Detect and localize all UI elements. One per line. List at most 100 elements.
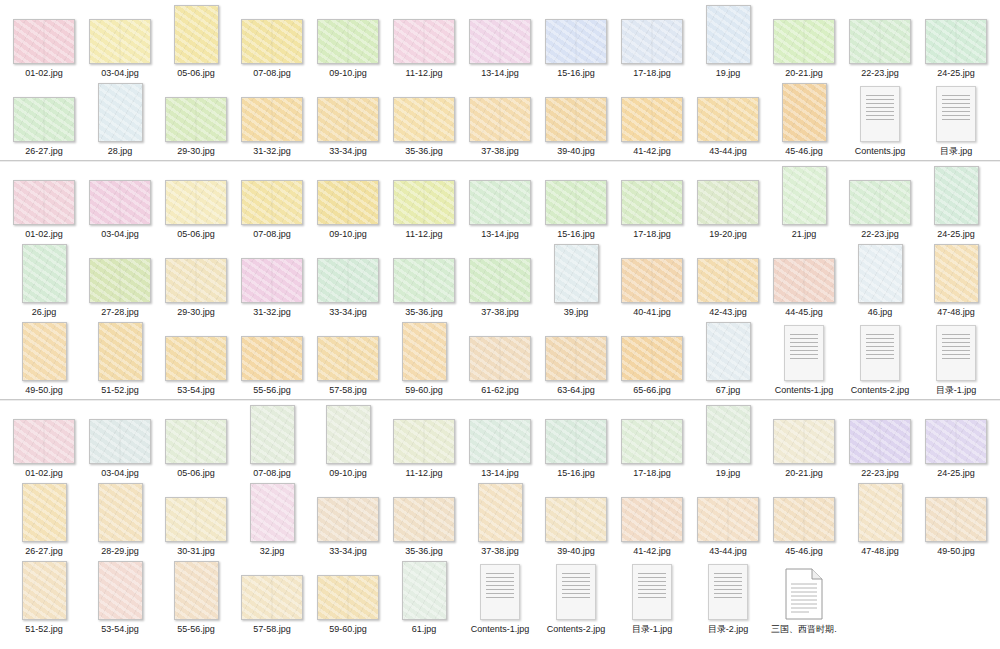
file-item[interactable]: 09-10.jpg [310, 165, 386, 240]
file-item[interactable]: 24-25.jpg [918, 404, 994, 479]
file-item[interactable]: 目录-1.jpg [614, 560, 690, 635]
file-item[interactable]: Contents-2.jpg [538, 560, 614, 635]
file-item[interactable]: 30-31.jpg [158, 482, 234, 557]
file-item[interactable]: 35-36.jpg [386, 82, 462, 157]
file-item[interactable]: 28.jpg [82, 82, 158, 157]
file-item[interactable]: 51-52.jpg [82, 321, 158, 396]
file-item[interactable]: 28-29.jpg [82, 482, 158, 557]
file-item[interactable]: Contents-1.jpg [766, 321, 842, 396]
file-item[interactable]: 24-25.jpg [918, 165, 994, 240]
file-item[interactable]: 33-34.jpg [310, 82, 386, 157]
file-item[interactable]: 65-66.jpg [614, 321, 690, 396]
file-item[interactable]: 05-06.jpg [158, 4, 234, 79]
file-item[interactable]: 19.jpg [690, 4, 766, 79]
file-item[interactable]: 17-18.jpg [614, 4, 690, 79]
file-item[interactable]: 15-16.jpg [538, 165, 614, 240]
file-item[interactable]: 11-12.jpg [386, 404, 462, 479]
file-item[interactable]: 35-36.jpg [386, 243, 462, 318]
file-item[interactable]: 57-58.jpg [234, 560, 310, 635]
file-item[interactable]: 45-46.jpg [766, 82, 842, 157]
file-item[interactable]: 01-02.jpg [6, 404, 82, 479]
file-item[interactable]: 37-38.jpg [462, 243, 538, 318]
file-item[interactable]: 59-60.jpg [386, 321, 462, 396]
file-item[interactable]: 33-34.jpg [310, 243, 386, 318]
file-item[interactable]: 51-52.jpg [6, 560, 82, 635]
file-item[interactable]: 目录.jpg [918, 82, 994, 157]
file-item[interactable]: 20-21.jpg [766, 4, 842, 79]
file-item[interactable]: 44-45.jpg [766, 243, 842, 318]
file-item[interactable]: 39-40.jpg [538, 482, 614, 557]
file-item[interactable]: 49-50.jpg [6, 321, 82, 396]
file-item[interactable]: 09-10.jpg [310, 404, 386, 479]
file-item[interactable]: 24-25.jpg [918, 4, 994, 79]
file-item[interactable]: 09-10.jpg [310, 4, 386, 79]
file-item[interactable]: 45-46.jpg [766, 482, 842, 557]
file-item[interactable]: 41-42.jpg [614, 482, 690, 557]
file-item[interactable]: 目录-1.jpg [918, 321, 994, 396]
file-item[interactable]: 43-44.jpg [690, 482, 766, 557]
file-item[interactable]: 07-08.jpg [234, 4, 310, 79]
file-item[interactable]: 17-18.jpg [614, 404, 690, 479]
file-item[interactable]: 13-14.jpg [462, 404, 538, 479]
file-item[interactable]: 63-64.jpg [538, 321, 614, 396]
file-item[interactable]: 21.jpg [766, 165, 842, 240]
file-item[interactable]: 49-50.jpg [918, 482, 994, 557]
file-item[interactable]: 31-32.jpg [234, 243, 310, 318]
file-item[interactable]: 20-21.jpg [766, 404, 842, 479]
file-item[interactable]: 42-43.jpg [690, 243, 766, 318]
file-item[interactable]: 11-12.jpg [386, 165, 462, 240]
file-item[interactable]: 26-27.jpg [6, 482, 82, 557]
file-item[interactable]: 26.jpg [6, 243, 82, 318]
file-item[interactable]: 47-48.jpg [918, 243, 994, 318]
file-item[interactable]: 35-36.jpg [386, 482, 462, 557]
file-item[interactable]: 07-08.jpg [234, 404, 310, 479]
file-item[interactable]: 39.jpg [538, 243, 614, 318]
file-item[interactable]: 46.jpg [842, 243, 918, 318]
file-item[interactable]: 55-56.jpg [158, 560, 234, 635]
file-item[interactable]: 05-06.jpg [158, 404, 234, 479]
file-item[interactable]: 22-23.jpg [842, 4, 918, 79]
file-item[interactable]: 15-16.jpg [538, 4, 614, 79]
file-item[interactable]: 07-08.jpg [234, 165, 310, 240]
file-item[interactable]: 29-30.jpg [158, 243, 234, 318]
file-item[interactable]: Contents-1.jpg [462, 560, 538, 635]
file-item[interactable]: 05-06.jpg [158, 165, 234, 240]
file-item[interactable]: 03-04.jpg [82, 404, 158, 479]
file-item[interactable]: 27-28.jpg [82, 243, 158, 318]
file-item[interactable]: 01-02.jpg [6, 165, 82, 240]
file-item[interactable]: 39-40.jpg [538, 82, 614, 157]
file-item[interactable]: 22-23.jpg [842, 404, 918, 479]
file-item[interactable]: 11-12.jpg [386, 4, 462, 79]
file-item[interactable]: 01-02.jpg [6, 4, 82, 79]
file-item[interactable]: 53-54.jpg [82, 560, 158, 635]
file-item[interactable]: 22-23.jpg [842, 165, 918, 240]
file-item[interactable]: 目录-2.jpg [690, 560, 766, 635]
file-item[interactable]: 29-30.jpg [158, 82, 234, 157]
file-item[interactable]: 61.jpg [386, 560, 462, 635]
file-item[interactable]: 40-41.jpg [614, 243, 690, 318]
file-item[interactable]: 57-58.jpg [310, 321, 386, 396]
file-item[interactable]: 59-60.jpg [310, 560, 386, 635]
file-item[interactable]: 13-14.jpg [462, 4, 538, 79]
file-item[interactable]: 15-16.jpg [538, 404, 614, 479]
file-item[interactable]: 33-34.jpg [310, 482, 386, 557]
file-item[interactable]: 31-32.jpg [234, 82, 310, 157]
file-item[interactable]: 41-42.jpg [614, 82, 690, 157]
file-item[interactable]: 47-48.jpg [842, 482, 918, 557]
file-item[interactable]: 32.jpg [234, 482, 310, 557]
file-item[interactable]: Contents.jpg [842, 82, 918, 157]
file-item[interactable]: 37-38.jpg [462, 82, 538, 157]
file-item[interactable]: 53-54.jpg [158, 321, 234, 396]
file-item[interactable]: 37-38.jpg [462, 482, 538, 557]
file-item[interactable]: Contents-2.jpg [842, 321, 918, 396]
file-item[interactable]: 03-04.jpg [82, 4, 158, 79]
file-item[interactable]: 19.jpg [690, 404, 766, 479]
file-item[interactable]: 13-14.jpg [462, 165, 538, 240]
file-item[interactable]: 19-20.jpg [690, 165, 766, 240]
file-item[interactable]: 03-04.jpg [82, 165, 158, 240]
file-item[interactable]: 17-18.jpg [614, 165, 690, 240]
file-item[interactable]: 67.jpg [690, 321, 766, 396]
file-item[interactable]: 43-44.jpg [690, 82, 766, 157]
file-item[interactable]: 三国、西晋时期. [766, 560, 842, 635]
file-item[interactable]: 26-27.jpg [6, 82, 82, 157]
